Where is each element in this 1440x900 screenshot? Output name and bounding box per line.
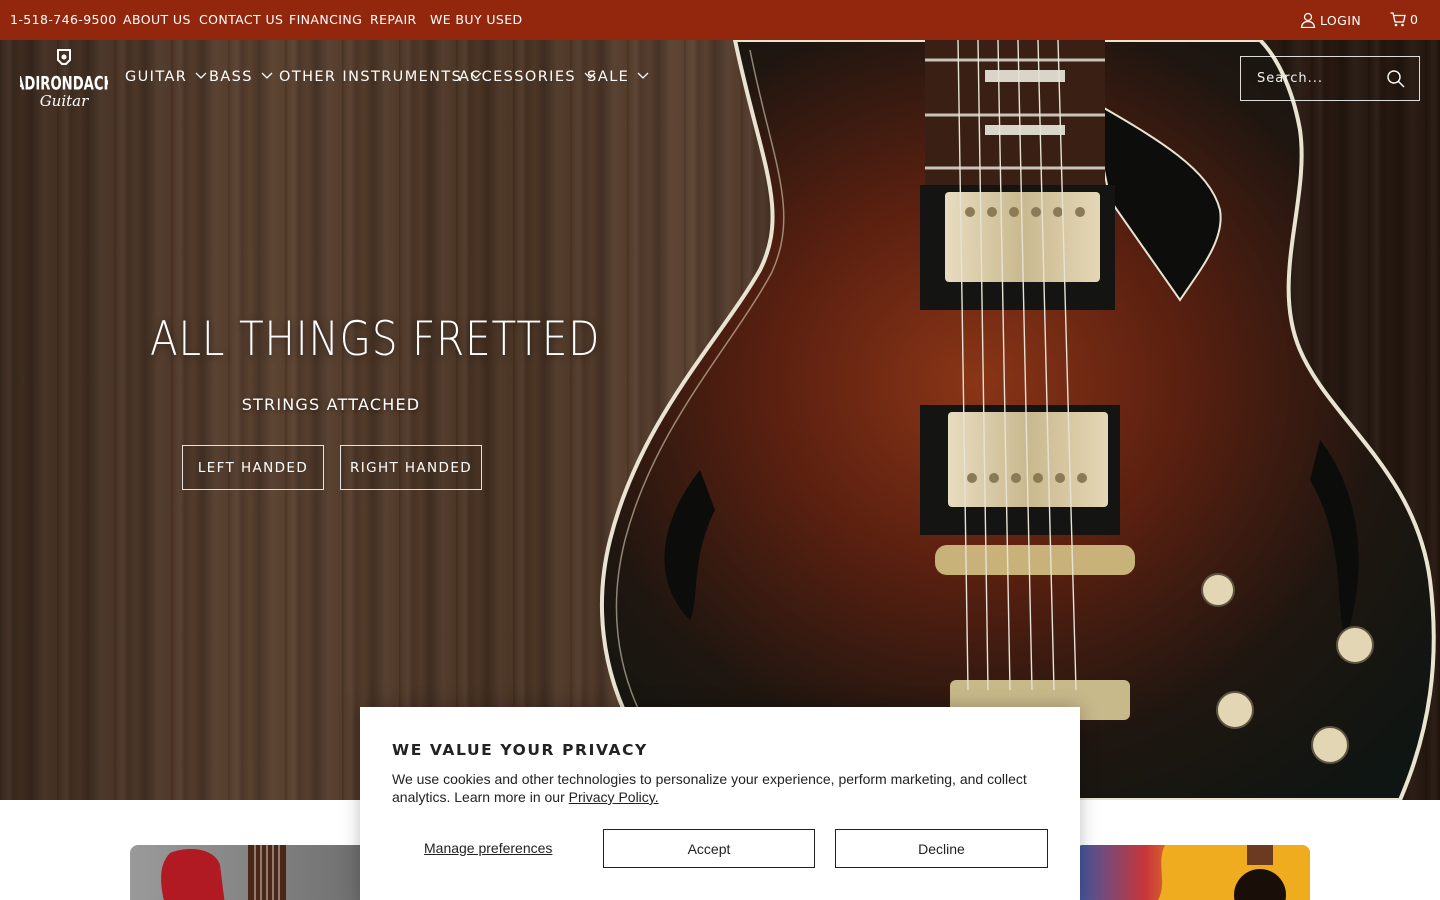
logo-mark: ADIRONDACK Guitar bbox=[14, 49, 115, 110]
nav-item-bass[interactable]: BASS bbox=[209, 69, 273, 85]
search-button[interactable] bbox=[1386, 69, 1406, 89]
category-card-acoustic[interactable] bbox=[1075, 845, 1310, 900]
nav-item-accessories[interactable]: ACCESSORIES bbox=[459, 69, 596, 85]
search-input[interactable] bbox=[1241, 57, 1381, 100]
left-handed-button[interactable]: LEFT HANDED bbox=[182, 445, 324, 490]
nav-label-bass: BASS bbox=[209, 69, 253, 85]
nav-item-guitar[interactable]: GUITAR bbox=[125, 69, 207, 85]
top-utility-bar: 1-518-746-9500 ABOUT US CONTACT US FINAN… bbox=[0, 0, 1440, 40]
search-icon bbox=[1387, 70, 1405, 88]
top-link-we-buy-used[interactable]: WE BUY USED bbox=[430, 12, 523, 27]
cart-count: 0 bbox=[1410, 12, 1419, 27]
decline-button[interactable]: Decline bbox=[835, 829, 1048, 868]
cookie-body: We use cookies and other technologies to… bbox=[392, 770, 1052, 806]
search-box bbox=[1240, 56, 1420, 101]
right-handed-button[interactable]: RIGHT HANDED bbox=[340, 445, 482, 490]
acoustic-guitar-image bbox=[1157, 845, 1310, 900]
nav-label-sale: SALE bbox=[587, 69, 630, 85]
logo-text-script: Guitar bbox=[40, 92, 89, 110]
nav-label-guitar: GUITAR bbox=[125, 69, 188, 85]
cart-icon bbox=[1390, 12, 1406, 27]
hero-title: ALL THINGS FRETTED bbox=[150, 312, 601, 367]
login-label: LOGIN bbox=[1320, 13, 1362, 28]
login-link[interactable]: LOGIN bbox=[1300, 12, 1362, 29]
nav-label-accessories: ACCESSORIES bbox=[459, 69, 577, 85]
nav-label-other-instruments: OTHER INSTRUMENTS bbox=[279, 69, 463, 85]
accept-button[interactable]: Accept bbox=[603, 829, 815, 868]
hero-banner bbox=[0, 40, 1440, 800]
hero-subtitle: STRINGS ATTACHED bbox=[241, 395, 421, 414]
top-link-financing[interactable]: FINANCING bbox=[289, 12, 362, 27]
chevron-down-icon bbox=[261, 72, 273, 79]
top-link-contact-us[interactable]: CONTACT US bbox=[199, 12, 283, 27]
cookie-title: WE VALUE YOUR PRIVACY bbox=[392, 741, 648, 759]
phone-link[interactable]: 1-518-746-9500 bbox=[10, 12, 117, 27]
chevron-down-icon bbox=[637, 72, 649, 79]
guitar-photo bbox=[599, 40, 1436, 800]
nav-item-other-instruments[interactable]: OTHER INSTRUMENTS bbox=[279, 69, 482, 85]
cookie-body-text: We use cookies and other technologies to… bbox=[392, 771, 1027, 805]
privacy-policy-link[interactable]: Privacy Policy. bbox=[569, 789, 659, 805]
cookie-consent-dialog: WE VALUE YOUR PRIVACY We use cookies and… bbox=[360, 707, 1080, 900]
nav-item-sale[interactable]: SALE bbox=[587, 69, 649, 85]
top-link-about-us[interactable]: ABOUT US bbox=[123, 12, 191, 27]
cart-link[interactable]: 0 bbox=[1390, 12, 1418, 27]
chevron-down-icon bbox=[195, 72, 207, 79]
adirondack-guitar-logo[interactable]: ADIRONDACK Guitar bbox=[14, 48, 115, 110]
logo-text-main: ADIRONDACK bbox=[20, 72, 108, 94]
manage-preferences-link[interactable]: Manage preferences bbox=[424, 840, 552, 856]
user-icon bbox=[1300, 12, 1316, 29]
category-card-electric[interactable] bbox=[130, 845, 370, 900]
top-link-repair[interactable]: REPAIR bbox=[370, 12, 417, 27]
red-guitar-image bbox=[161, 845, 286, 900]
